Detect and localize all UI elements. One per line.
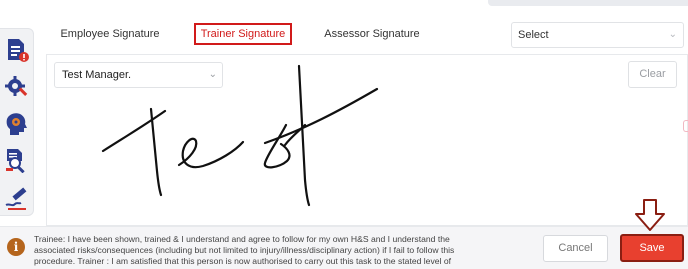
- signature-pen-icon[interactable]: [4, 185, 30, 211]
- tab-employee-signature[interactable]: Employee Signature: [50, 23, 170, 45]
- manager-select[interactable]: Test Manager. ⌄: [54, 62, 223, 88]
- signature-type-select-value: Select: [518, 29, 549, 41]
- clear-button[interactable]: Clear: [628, 61, 677, 88]
- head-gear-icon[interactable]: [4, 111, 30, 137]
- tab-trainer-signature[interactable]: Trainer Signature: [194, 23, 292, 45]
- footer-bar: i Trainee: I have been shown, trained & …: [0, 226, 688, 269]
- left-sidebar: [0, 28, 34, 216]
- document-search-icon[interactable]: [4, 147, 30, 173]
- save-button[interactable]: Save: [620, 234, 684, 262]
- top-scroll-indicator: [488, 0, 688, 6]
- trainee-declaration-text: Trainee: I have been shown, trained & I …: [34, 234, 455, 269]
- info-icon: i: [7, 238, 25, 256]
- signature-type-select[interactable]: Select ⌄: [511, 22, 684, 48]
- gear-wrench-icon[interactable]: [4, 74, 30, 100]
- cancel-button[interactable]: Cancel: [543, 235, 608, 262]
- tab-assessor-signature[interactable]: Assessor Signature: [312, 23, 432, 45]
- document-alert-icon[interactable]: [4, 37, 30, 63]
- chevron-down-icon: ⌄: [208, 69, 217, 80]
- manager-select-value: Test Manager.: [62, 69, 132, 81]
- top-strip: [0, 0, 688, 9]
- down-arrow-icon: [635, 199, 665, 231]
- right-scroll-indicator: [683, 120, 688, 132]
- signature-panel: Test Manager. ⌄ Clear: [46, 54, 688, 226]
- chevron-down-icon: ⌄: [668, 29, 677, 40]
